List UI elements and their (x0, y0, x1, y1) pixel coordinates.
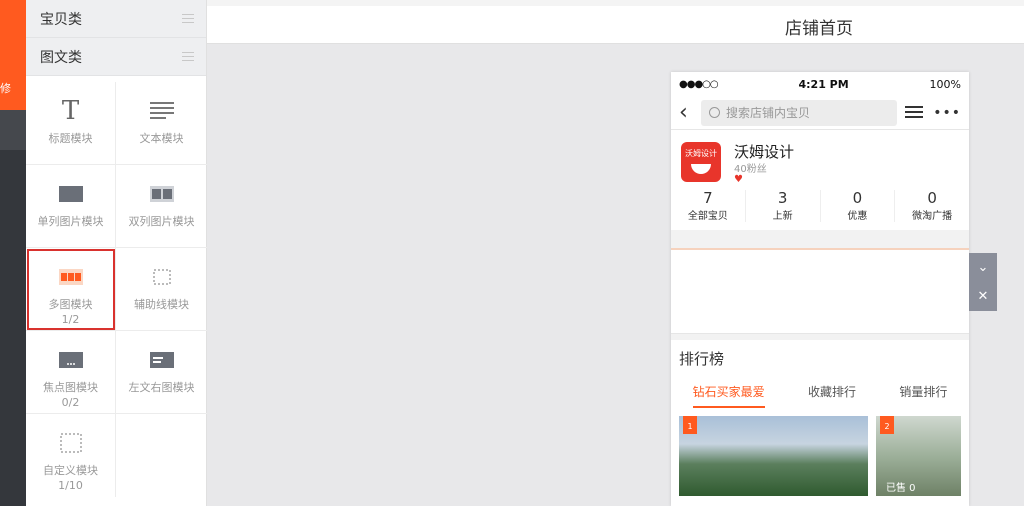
shop-stats: 7 全部宝贝 3 上新 0 优惠 0 微淘广播 (671, 190, 969, 222)
tab-favorites-rank[interactable]: 收藏排行 (808, 383, 856, 408)
module-label: 单列图片模块 (37, 215, 104, 228)
module-focus-image[interactable]: 焦点图模块 0/2 (26, 331, 116, 414)
search-input[interactable]: 搜索店铺内宝贝 (701, 99, 898, 126)
menu-lines-icon (182, 52, 194, 61)
module-label: 左文右图模块 (128, 381, 195, 394)
ranking-item-image[interactable]: 2 已售 0 (876, 416, 961, 496)
page-header: 店铺首页 (207, 6, 1024, 44)
status-bar: ●●●○○ 4:21 PM 100% (671, 72, 969, 96)
stat-discount[interactable]: 0 优惠 (821, 190, 896, 222)
module-text[interactable]: 文本模块 (116, 82, 207, 165)
module-empty-slot (116, 414, 207, 497)
module-label: 自定义模块 (43, 464, 98, 477)
stat-label: 优惠 (847, 211, 868, 222)
module-label: 焦点图模块 (43, 381, 98, 394)
module-label: 多图模块 (48, 298, 93, 311)
module-controls: ⌄ ✕ (969, 253, 997, 311)
module-label: 文本模块 (139, 132, 184, 145)
title-t-icon: T (61, 96, 80, 126)
module-title[interactable]: T 标题模块 (26, 82, 116, 165)
shop-logo-text: 沃姆设计 (685, 149, 717, 158)
category-graphic-label: 图文类 (40, 49, 82, 66)
module-custom[interactable]: 自定义模块 1/10 (26, 414, 116, 497)
ranking-title: 排行榜 (679, 350, 725, 368)
shop-name: 沃姆设计 (734, 143, 795, 161)
shop-logo: 沃姆设计 (681, 142, 721, 182)
focus-image-icon (58, 347, 83, 373)
stat-number: 3 (777, 189, 788, 207)
module-guide-line[interactable]: 辅助线模块 (116, 248, 207, 331)
search-row: ‹ 搜索店铺内宝贝 ••• (671, 96, 969, 130)
rail-active-label: 修 (0, 82, 11, 95)
tab-sales-rank[interactable]: 销量排行 (899, 383, 947, 408)
custom-box-icon (60, 430, 82, 456)
rail-sub-item[interactable] (0, 110, 26, 150)
battery-text: 100% (929, 77, 961, 91)
module-label: 标题模块 (48, 132, 93, 145)
search-placeholder: 搜索店铺内宝贝 (726, 106, 811, 120)
tab-diamond-favorite[interactable]: 钻石买家最爱 (692, 383, 765, 408)
top-badge: 1 (683, 416, 697, 434)
module-grid: T 标题模块 文本模块 单列图片模块 双列图片模块 多图模块 1/2 辅助线模块… (26, 82, 207, 497)
double-image-icon (149, 181, 174, 207)
ranking-items: 1 2 已售 0 (671, 408, 969, 496)
stat-label: 微淘广播 (912, 211, 953, 222)
module-count: 1/2 (61, 313, 80, 326)
search-icon (709, 107, 720, 118)
editor-root: 修 宝贝类 图文类 T 标题模块 文本模块 单列图片模块 双列图片模块 多图模块… (0, 0, 1024, 506)
ranking-section: 排行榜 钻石买家最爱 收藏排行 销量排行 1 2 已售 0 (671, 340, 969, 506)
signal-dots: ●●●○○ (679, 78, 719, 90)
text-image-icon (149, 347, 174, 373)
module-panel: 宝贝类 图文类 T 标题模块 文本模块 单列图片模块 双列图片模块 多图模块 1… (26, 0, 207, 506)
back-icon[interactable]: ‹ (679, 101, 701, 123)
more-icon[interactable]: ••• (933, 105, 961, 121)
category-goods[interactable]: 宝贝类 (26, 0, 206, 38)
stat-number: 7 (703, 189, 713, 207)
module-count: 0/2 (61, 396, 80, 409)
stat-label: 上新 (772, 211, 793, 222)
top-badge: 2 (880, 416, 894, 434)
ranking-tabs: 钻石买家最爱 收藏排行 销量排行 (671, 369, 969, 408)
heart-icon: ♥ (734, 174, 743, 185)
shop-card: 沃姆设计 沃姆设计 40粉丝 ♥ 7 全部宝贝 3 上新 0 优惠 0 微淘广播 (671, 130, 969, 230)
module-label: 辅助线模块 (134, 298, 189, 311)
stat-broadcast[interactable]: 0 微淘广播 (895, 189, 969, 223)
category-graphic[interactable]: 图文类 (26, 38, 206, 76)
text-lines-icon (149, 98, 174, 124)
module-double-image[interactable]: 双列图片模块 (116, 165, 207, 248)
close-icon[interactable]: ✕ (969, 282, 997, 311)
rail-active-item[interactable]: 修 (0, 0, 26, 110)
sold-count: 已售 0 (886, 483, 916, 494)
status-time: 4:21 PM (798, 77, 849, 91)
multi-image-icon (58, 264, 83, 290)
shop-fans: 40粉丝 (734, 164, 767, 175)
banner-module[interactable] (671, 248, 969, 334)
dotted-box-icon (153, 264, 171, 290)
module-single-image[interactable]: 单列图片模块 (26, 165, 116, 248)
stat-label: 全部宝贝 (687, 211, 728, 222)
module-multi-image[interactable]: 多图模块 1/2 (26, 248, 116, 331)
category-goods-label: 宝贝类 (40, 11, 82, 28)
stat-all-items[interactable]: 7 全部宝贝 (671, 190, 746, 222)
cup-icon (691, 164, 711, 174)
chevron-down-icon[interactable]: ⌄ (969, 253, 997, 282)
list-icon[interactable] (905, 106, 924, 119)
single-image-icon (58, 181, 83, 207)
stat-number: 0 (852, 189, 863, 207)
module-count: 1/10 (58, 479, 83, 492)
phone-preview: ●●●○○ 4:21 PM 100% ‹ 搜索店铺内宝贝 ••• 沃姆设计 沃姆… (671, 72, 969, 506)
page-title: 店铺首页 (785, 19, 853, 39)
module-text-image[interactable]: 左文右图模块 (116, 331, 207, 414)
menu-lines-icon (182, 14, 194, 23)
module-label: 双列图片模块 (128, 215, 195, 228)
stat-number: 0 (927, 189, 937, 207)
stat-new[interactable]: 3 上新 (746, 190, 821, 222)
ranking-item-image[interactable]: 1 (679, 416, 868, 496)
